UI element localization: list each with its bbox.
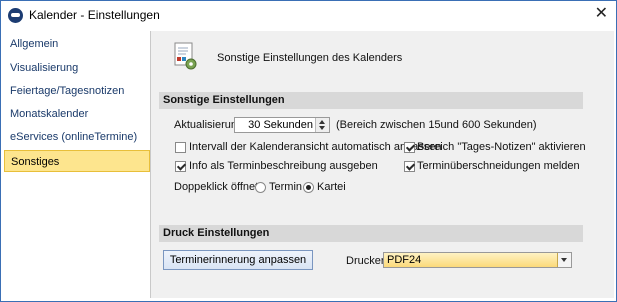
aktualisierung-label: Aktualisierung: [174, 119, 244, 131]
doppelklick-label: Doppeklick öffnet:: [174, 181, 262, 193]
drucker-label: Drucker: [346, 255, 385, 267]
chevron-down-icon[interactable]: [319, 126, 325, 130]
sidebar-item-feiertage[interactable]: Feiertage/Tagesnotizen: [4, 80, 150, 102]
termin-radio-label[interactable]: Termin: [269, 181, 302, 193]
sidebar-item-allgemein[interactable]: Allgemein: [4, 33, 150, 55]
window-title: Kalender - Einstellungen: [29, 8, 160, 22]
sidebar-item-sonstiges[interactable]: Sonstiges: [4, 150, 150, 172]
settings-document-icon: [174, 42, 197, 70]
aktualisierung-hint: (Bereich zwischen 15und 600 Sekunden): [336, 119, 537, 131]
drucker-select[interactable]: PDF24: [383, 252, 572, 268]
sidebar: Allgemein Visualisierung Feiertage/Tages…: [4, 31, 151, 298]
section-druck-einstellungen: Druck Einstellungen: [159, 225, 583, 242]
chevron-up-icon[interactable]: [319, 120, 325, 124]
drucker-value[interactable]: PDF24: [387, 254, 421, 266]
info-label[interactable]: Info als Terminbeschreibung ausgeben: [189, 160, 378, 172]
sidebar-item-eservices[interactable]: eServices (onlineTermine): [4, 126, 150, 148]
aktualisierung-value[interactable]: 30 Sekunden: [248, 119, 313, 131]
panel-heading: Sonstige Einstellungen des Kalenders: [217, 52, 403, 64]
close-icon[interactable]: ✕: [595, 4, 608, 24]
ueberschneidungen-checkbox[interactable]: [404, 161, 415, 172]
kartei-radio-label[interactable]: Kartei: [317, 181, 346, 193]
app-logo-icon: [8, 8, 23, 23]
title-bar: Kalender - Einstellungen ✕: [1, 1, 616, 29]
terminerinnerung-button[interactable]: Terminerinnerung anpassen: [163, 250, 313, 270]
section-sonstige-einstellungen: Sonstige Einstellungen: [159, 92, 583, 109]
intervall-checkbox[interactable]: [175, 142, 186, 153]
settings-panel: Sonstige Einstellungen des Kalenders Son…: [151, 31, 614, 298]
info-checkbox[interactable]: [175, 161, 186, 172]
sidebar-item-visualisierung[interactable]: Visualisierung: [4, 57, 150, 79]
sidebar-item-monatskalender[interactable]: Monatskalender: [4, 103, 150, 125]
tagesnotizen-label[interactable]: Bereich "Tages-Notizen" aktivieren: [417, 141, 586, 153]
kartei-radio[interactable]: [303, 182, 314, 193]
tagesnotizen-checkbox[interactable]: [404, 142, 415, 153]
ueberschneidungen-label[interactable]: Terminüberschneidungen melden: [417, 160, 580, 172]
chevron-down-icon[interactable]: [557, 253, 571, 267]
settings-window: Kalender - Einstellungen ✕ Allgemein Vis…: [0, 0, 617, 302]
aktualisierung-stepper[interactable]: 30 Sekunden: [234, 117, 330, 133]
stepper-buttons[interactable]: [315, 118, 329, 132]
termin-radio[interactable]: [255, 182, 266, 193]
